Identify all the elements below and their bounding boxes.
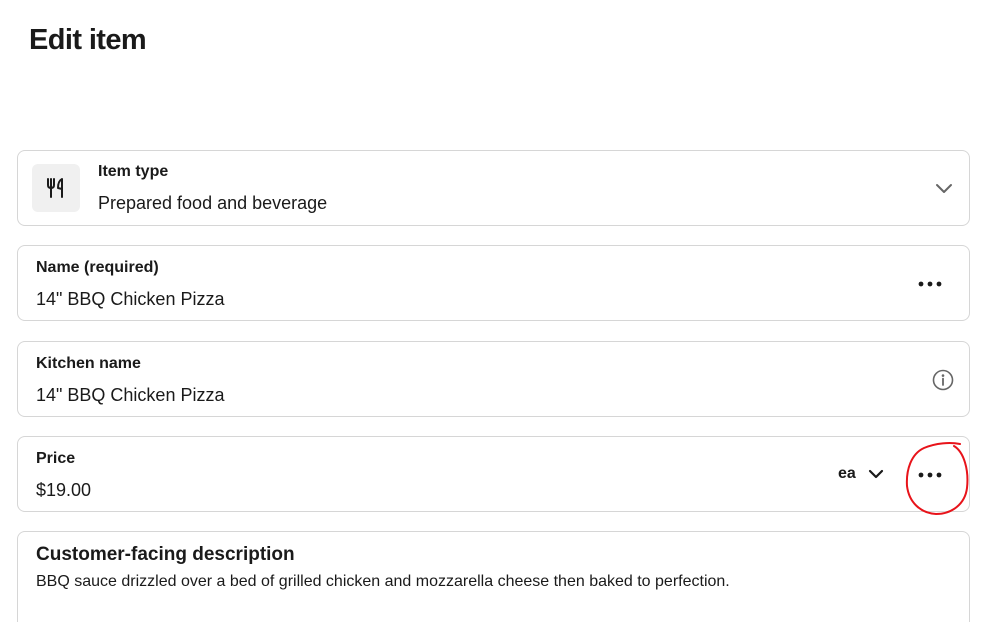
price-unit-select[interactable]: ea bbox=[838, 462, 884, 486]
fork-knife-icon bbox=[47, 178, 63, 198]
chevron-down-icon bbox=[868, 469, 883, 478]
name-label: Name (required) bbox=[36, 259, 159, 276]
price-unit-label: ea bbox=[838, 465, 856, 482]
price-more-options-button[interactable] bbox=[908, 461, 952, 489]
price-label: Price bbox=[36, 450, 76, 467]
name-more-options-button[interactable] bbox=[908, 270, 952, 298]
description-label: Customer-facing description bbox=[36, 544, 295, 565]
name-field[interactable]: Name (required) 14" BBQ Chicken Pizza bbox=[17, 245, 970, 321]
more-horizontal-icon bbox=[918, 472, 942, 478]
description-textarea[interactable]: BBQ sauce drizzled over a bed of grilled… bbox=[36, 573, 730, 591]
kitchen-name-input[interactable]: 14" BBQ Chicken Pizza bbox=[36, 385, 224, 406]
name-input[interactable]: 14" BBQ Chicken Pizza bbox=[36, 289, 224, 310]
item-type-label: Item type bbox=[98, 163, 169, 180]
item-type-icon-tile bbox=[32, 164, 80, 212]
page-title: Edit item bbox=[29, 24, 147, 56]
more-horizontal-icon bbox=[918, 281, 942, 287]
description-field[interactable]: Customer-facing description BBQ sauce dr… bbox=[17, 531, 970, 622]
item-type-value: Prepared food and beverage bbox=[98, 193, 328, 213]
kitchen-name-label: Kitchen name bbox=[36, 355, 141, 372]
item-type-dropdown-button[interactable] bbox=[928, 175, 960, 203]
kitchen-name-info-button[interactable] bbox=[928, 366, 958, 394]
edit-item-page: Edit item Item type Prepared food and be… bbox=[0, 0, 999, 622]
chevron-down-icon bbox=[936, 184, 952, 193]
info-icon bbox=[932, 369, 954, 391]
price-input[interactable]: $19.00 bbox=[36, 480, 91, 501]
kitchen-name-field[interactable]: Kitchen name 14" BBQ Chicken Pizza bbox=[17, 341, 970, 417]
price-field[interactable]: Price $19.00 ea bbox=[17, 436, 970, 512]
item-type-field[interactable]: Item type Prepared food and beverage bbox=[17, 150, 970, 226]
